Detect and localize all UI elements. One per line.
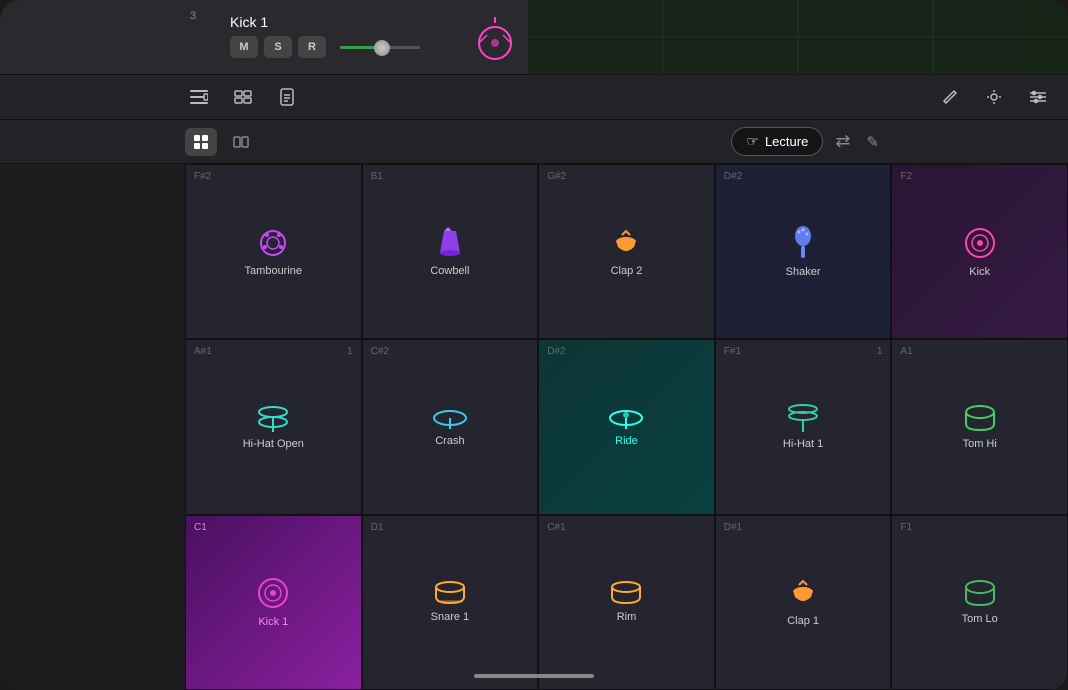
pad-label: Kick 1 [258,616,288,628]
pad-count: 1 [347,346,353,357]
slider-track [340,46,420,49]
pad-note: A1 [900,346,912,357]
solo-button[interactable]: S [264,36,292,58]
tambourine-icon [257,227,289,259]
pad-note: D#2 [724,171,742,182]
pad-note: B1 [371,171,383,182]
track-bar: 3 Kick 1 M S R [0,0,1068,75]
pad-note: D1 [371,522,384,533]
pad-hihat-open[interactable]: A#1 1 Hi-Hat Open [185,339,362,514]
kick-r-icon [963,226,997,260]
instrument-icon-top [475,15,515,75]
track-number: 3 [190,10,196,22]
pad-note: F#2 [194,171,211,182]
pad-rim[interactable]: C#1 Rim [538,515,715,690]
clap1-icon [787,577,819,609]
pad-kick-right[interactable]: F2 Kick [891,164,1068,339]
grid-view-button[interactable] [185,128,217,156]
lecture-label: Lecture [765,134,808,149]
pad-note: G#2 [547,171,566,182]
nav-arrows-button[interactable]: ⇄ [831,127,854,156]
pad-label: Clap 2 [611,265,643,277]
bottom-indicator [474,674,594,678]
toolbar [0,75,1068,120]
pad-kick1[interactable]: C1 Kick 1 [185,515,362,690]
pad-label: Ride [615,435,638,447]
pad-label: Tambourine [245,265,302,277]
shaker-icon [789,226,817,260]
pad-note: F#1 [724,346,741,357]
pad-note: A#1 [194,346,212,357]
pad-note: D#1 [724,522,742,533]
track-title: Kick 1 [230,14,268,30]
pads-grid: F#2 TambourineB1 CowbellG#2 Clap 2D#2 Sh… [185,164,1068,690]
hihat1-icon [786,404,820,432]
pad-tom-lo[interactable]: F1 Tom Lo [891,515,1068,690]
pad-note: C#1 [547,522,565,533]
pad-clap1[interactable]: D#1 Clap 1 [715,515,892,690]
device-frame: 3 Kick 1 M S R [0,0,1068,690]
pad-note: D#2 [547,346,565,357]
pad-shaker[interactable]: D#2 Shaker [715,164,892,339]
pad-crash[interactable]: C#2 Crash [362,339,539,514]
pad-label: Clap 1 [787,615,819,627]
lanes-icon[interactable] [229,83,257,111]
main-content: F#2 TambourineB1 CowbellG#2 Clap 2D#2 Sh… [0,164,1068,690]
pad-label: Tom Hi [963,438,997,450]
mute-button[interactable]: M [230,36,258,58]
pad-ride[interactable]: D#2 Ride [538,339,715,514]
sliders-icon[interactable] [1024,83,1052,111]
record-button[interactable]: R [298,36,326,58]
sub-toolbar: ☞ Lecture ⇄ ✎ [0,120,1068,164]
pad-note: F1 [900,522,912,533]
pad-label: Snare 1 [431,611,470,623]
pencil-icon[interactable] [936,83,964,111]
hihat-open-icon [256,404,290,432]
pad-label: Crash [435,435,464,447]
pad-note: C1 [194,522,207,533]
pad-label: Hi-Hat Open [243,438,304,450]
score-icon[interactable] [185,83,213,111]
pad-snare1[interactable]: D1 Snare 1 [362,515,539,690]
pad-hihat1[interactable]: F#1 1 Hi-Hat 1 [715,339,892,514]
cowbell-icon [436,227,464,259]
clap2-icon [610,227,642,259]
pad-tambourine[interactable]: F#2 Tambourine [185,164,362,339]
pad-label: Kick [969,266,990,278]
pad-label: Rim [617,611,637,623]
snare1-icon [434,581,466,605]
pad-label: Shaker [786,266,821,278]
volume-slider[interactable] [340,46,420,49]
info-icon[interactable] [273,83,301,111]
slider-thumb [374,40,390,56]
cursor-icon: ☞ [746,133,759,150]
pad-cowbell[interactable]: B1 Cowbell [362,164,539,339]
sidebar [0,164,185,690]
pad-label: Cowbell [430,265,469,277]
pattern-area [528,0,1068,75]
pad-tom-hi[interactable]: A1 Tom Hi [891,339,1068,514]
edit-pencil-button[interactable]: ✎ [862,129,883,155]
pad-label: Tom Lo [962,613,998,625]
rim-icon [610,581,642,605]
toolbar-right [936,83,1052,111]
tom-hi-icon [964,404,996,432]
kick1-icon [256,576,290,610]
track-controls: M S R [230,36,420,58]
layout-button[interactable] [225,128,257,156]
pad-count: 1 [877,346,883,357]
lecture-button[interactable]: ☞ Lecture [731,127,823,156]
pad-label: Hi-Hat 1 [783,438,823,450]
ride-icon [609,407,643,429]
pad-note: F2 [900,171,912,182]
crash-icon [433,407,467,429]
pad-note: C#2 [371,346,389,357]
tom-lo-icon [964,579,996,607]
sun-icon[interactable] [980,83,1008,111]
pad-clap2[interactable]: G#2 Clap 2 [538,164,715,339]
